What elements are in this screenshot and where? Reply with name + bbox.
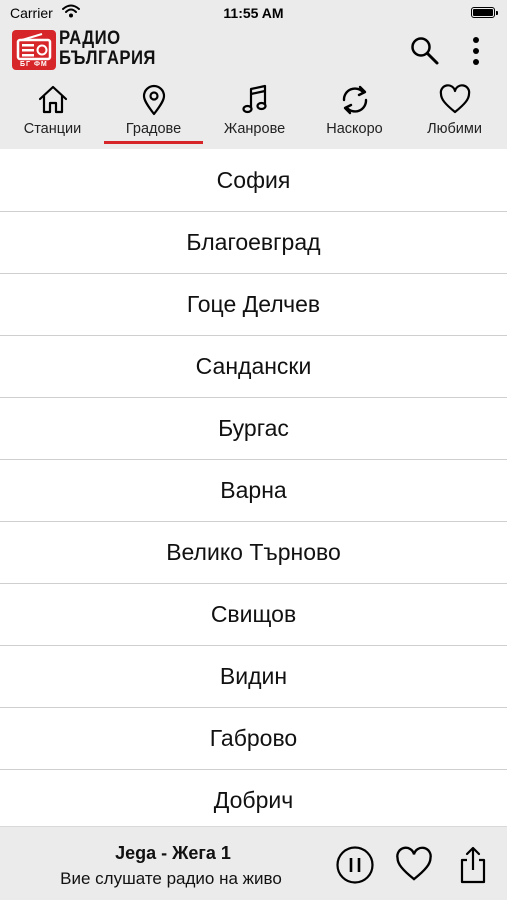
now-playing-title: Jega - Жега 1	[115, 843, 231, 863]
now-playing-subtitle: Вие слушате радио на живо	[60, 869, 282, 888]
list-item[interactable]: Габрово	[0, 708, 507, 770]
location-pin-icon	[142, 84, 166, 116]
list-item[interactable]: Свищов	[0, 584, 507, 646]
refresh-icon	[342, 85, 368, 115]
list-item[interactable]: Велико Търново	[0, 522, 507, 584]
list-item[interactable]: Гоце Делчев	[0, 274, 507, 336]
tab-favorites[interactable]: Любими	[404, 74, 505, 149]
tab-selected-indicator	[104, 141, 203, 144]
more-vertical-icon	[473, 37, 479, 65]
tab-label: Жанрове	[223, 121, 286, 137]
heart-icon	[396, 846, 432, 881]
tab-genres[interactable]: Жанрове	[204, 74, 305, 149]
list-item[interactable]: София	[0, 149, 507, 212]
status-bar: Carrier 11:55 AM	[0, 0, 507, 28]
add-favorite-button[interactable]	[392, 843, 436, 887]
more-options-button[interactable]	[459, 34, 493, 68]
search-button[interactable]	[408, 34, 442, 68]
tab-label: Наскоро	[326, 121, 383, 137]
list-item[interactable]: Благоевград	[0, 212, 507, 274]
tab-label: Станции	[23, 121, 82, 137]
list-item[interactable]: Добрич	[0, 770, 507, 826]
status-time: 11:55 AM	[223, 5, 284, 21]
list-item[interactable]: Видин	[0, 646, 507, 708]
tab-label: Градове	[125, 121, 182, 137]
radio-logo-icon: БГ ФМ	[12, 30, 56, 70]
city-list[interactable]: София Благоевград Гоце Делчев Сандански …	[0, 149, 507, 826]
home-icon	[38, 85, 68, 114]
logo-wordmark: РАДИО БЪЛГАРИЯ	[59, 29, 156, 69]
logo-line2: БЪЛГАРИЯ	[59, 48, 156, 69]
list-item[interactable]: Варна	[0, 460, 507, 522]
pause-button[interactable]	[333, 843, 377, 887]
tab-recent[interactable]: Наскоро	[304, 74, 405, 149]
tab-label: Любими	[427, 121, 482, 137]
app-logo: БГ ФМ РАДИО БЪЛГАРИЯ	[12, 29, 172, 72]
list-item[interactable]: Сандански	[0, 336, 507, 398]
logo-line1: РАДИО	[59, 28, 121, 49]
tab-cities[interactable]: Градове	[103, 74, 204, 149]
tab-stations[interactable]: Станции	[2, 74, 103, 149]
mini-player: Jega - Жега 1 Вие слушате радио на живо	[0, 826, 507, 900]
app-header: БГ ФМ РАДИО БЪЛГАРИЯ	[0, 28, 507, 74]
music-note-icon	[242, 84, 267, 114]
pause-circle-icon	[336, 846, 374, 884]
list-item[interactable]: Бургас	[0, 398, 507, 460]
share-button[interactable]	[451, 843, 495, 887]
search-icon	[411, 37, 439, 65]
heart-icon	[439, 84, 471, 114]
logo-badge: БГ ФМ	[20, 61, 48, 68]
category-tabs: Станции Градове Жанрове Наскоро Любими	[0, 74, 507, 149]
share-icon	[460, 846, 486, 884]
battery-icon	[471, 7, 498, 18]
